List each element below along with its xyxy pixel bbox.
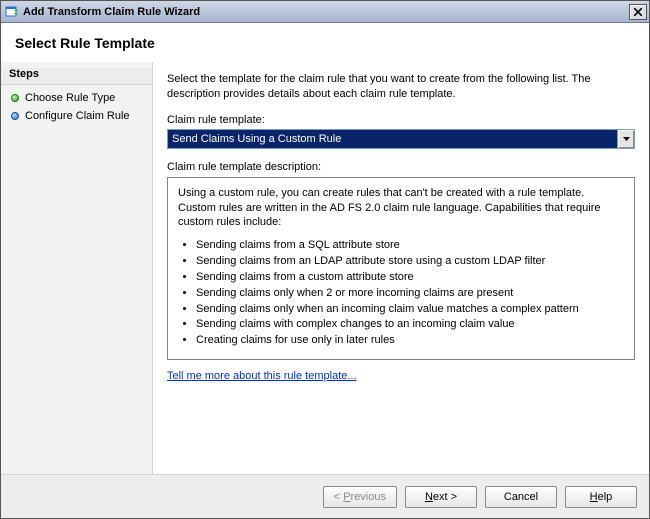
wizard-footer: < PPreviousrevious Next >Next > Cancel H… <box>1 474 649 518</box>
dropdown-selected-value: Send Claims Using a Custom Rule <box>172 133 617 145</box>
wizard-window: Add Transform Claim Rule Wizard Select R… <box>0 0 650 519</box>
cancel-button[interactable]: Cancel <box>485 486 557 508</box>
wizard-header: Select Rule Template <box>1 23 649 61</box>
description-bullet: Sending claims only when an incoming cla… <box>196 302 624 317</box>
main-panel: Select the template for the claim rule t… <box>153 62 649 474</box>
page-title: Select Rule Template <box>15 35 635 51</box>
steps-sidebar: Steps Choose Rule Type Configure Claim R… <box>1 62 153 474</box>
close-button[interactable] <box>629 4 647 20</box>
next-button[interactable]: Next >Next > <box>405 486 477 508</box>
help-button[interactable]: HelpHelp <box>565 486 637 508</box>
app-icon <box>5 5 19 19</box>
step-label: Configure Claim Rule <box>25 110 130 122</box>
claim-rule-template-dropdown[interactable]: Send Claims Using a Custom Rule <box>167 129 635 149</box>
title-bar: Add Transform Claim Rule Wizard <box>1 1 649 23</box>
step-bullet-pending-icon <box>11 112 19 120</box>
tell-me-more-link[interactable]: Tell me more about this rule template... <box>167 370 635 382</box>
steps-heading: Steps <box>1 68 152 85</box>
description-bullet: Sending claims from an LDAP attribute st… <box>196 254 624 269</box>
step-label: Choose Rule Type <box>25 92 115 104</box>
description-label: Claim rule template description: <box>167 161 635 173</box>
description-bullet: Sending claims with complex changes to a… <box>196 317 624 332</box>
description-bullet: Sending claims from a SQL attribute stor… <box>196 238 624 253</box>
template-description-box: Using a custom rule, you can create rule… <box>167 177 635 360</box>
previous-button: < PPreviousrevious <box>323 486 397 508</box>
description-bullet: Sending claims only when 2 or more incom… <box>196 286 624 301</box>
step-choose-rule-type[interactable]: Choose Rule Type <box>1 89 152 107</box>
window-title: Add Transform Claim Rule Wizard <box>23 6 629 18</box>
template-label: Claim rule template: <box>167 114 635 126</box>
chevron-down-icon <box>617 130 634 148</box>
wizard-body: Steps Choose Rule Type Configure Claim R… <box>1 62 649 474</box>
description-intro: Using a custom rule, you can create rule… <box>178 186 624 231</box>
description-bullet-list: Sending claims from a SQL attribute stor… <box>178 238 624 348</box>
intro-text: Select the template for the claim rule t… <box>167 72 635 102</box>
description-bullet: Creating claims for use only in later ru… <box>196 333 624 348</box>
step-bullet-current-icon <box>11 94 19 102</box>
description-bullet: Sending claims from a custom attribute s… <box>196 270 624 285</box>
step-configure-claim-rule[interactable]: Configure Claim Rule <box>1 107 152 125</box>
